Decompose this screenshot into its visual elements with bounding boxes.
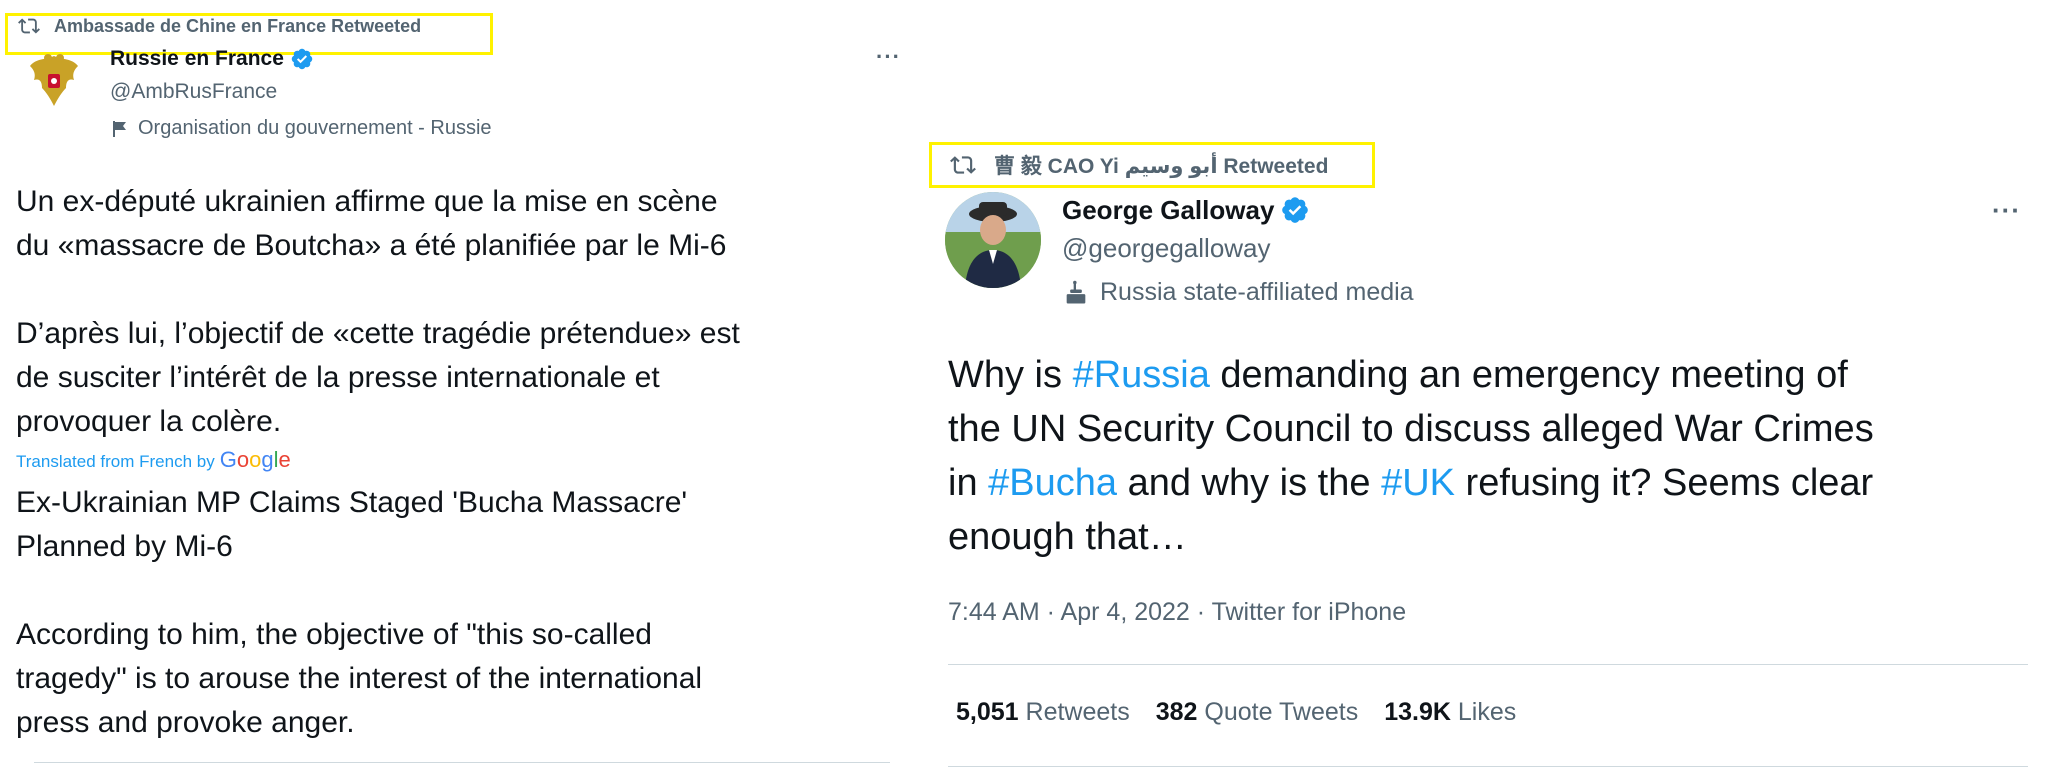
retweets-stat[interactable]: 5,051 Retweets [956, 698, 1130, 727]
likes-count: 13.9K [1384, 698, 1451, 726]
right-author-name[interactable]: George Galloway [1062, 195, 1274, 226]
left-tweet-text-original: Un ex-député ukrainien affirme que la mi… [16, 185, 740, 438]
right-affiliation-label: Russia state-affiliated media [1100, 278, 1414, 306]
google-logo: Google [219, 447, 291, 472]
right-retweet-label: 曹 毅 CAO Yi أبو وسيم Retweeted [994, 155, 1329, 178]
coat-of-arms-icon [30, 54, 78, 106]
hashtag-bucha-link[interactable]: #Bucha [988, 462, 1117, 504]
left-retweet-label: Ambassade de Chine en France Retweeted [54, 15, 422, 36]
flag-icon [113, 120, 126, 137]
tweet-text-part: Why is [948, 354, 1073, 396]
right-label-row: Russia state-affiliated media [1062, 278, 1414, 307]
right-avatar[interactable] [945, 192, 1041, 288]
hashtag-uk-link[interactable]: #UK [1381, 462, 1455, 504]
quote-tweets-count: 382 [1155, 698, 1198, 726]
tweet-timestamp-meta[interactable]: 7:44 AM · Apr 4, 2022 · Twitter for iPho… [948, 598, 1406, 627]
likes-stat[interactable]: 13.9K Likes [1384, 698, 1516, 727]
translation-attribution[interactable]: Translated from French by Google [16, 447, 291, 473]
likes-label: Likes [1457, 698, 1517, 726]
podium-icon [1066, 280, 1086, 303]
left-author-name[interactable]: Russie en France [110, 47, 284, 71]
left-label-row: Organisation du gouvernement - Russie [110, 117, 492, 140]
left-author-row[interactable]: Russie en France [110, 46, 314, 72]
left-handle[interactable]: @AmbRusFrance [110, 80, 277, 104]
quote-tweets-stat[interactable]: 382 Quote Tweets [1156, 698, 1358, 727]
left-more-button[interactable]: ··· [876, 44, 901, 70]
retweets-label: Retweets [1025, 698, 1130, 726]
profile-photo [945, 192, 1041, 288]
verified-badge-icon [1280, 195, 1310, 225]
retweet-icon [18, 18, 40, 34]
right-tweet-text: Why is #Russia demanding an emergency me… [948, 348, 2028, 564]
right-more-button[interactable]: ··· [1992, 195, 2021, 226]
quote-tweets-label: Quote Tweets [1204, 698, 1359, 726]
right-divider-bottom [948, 766, 2028, 767]
left-divider [34, 762, 890, 763]
left-tweet-text-translated: Ex-Ukrainian MP Claims Staged 'Bucha Mas… [16, 486, 703, 739]
retweet-icon [950, 156, 976, 174]
right-author-row[interactable]: George Galloway [1062, 193, 1310, 227]
hashtag-russia-link[interactable]: #Russia [1073, 354, 1210, 396]
right-divider-top [948, 664, 2028, 665]
left-affiliation-label: Organisation du gouvernement - Russie [138, 117, 492, 139]
tweet-stats-row: 5,051 Retweets 382 Quote Tweets 13.9K Li… [956, 698, 1516, 727]
verified-badge-icon [290, 47, 314, 71]
right-retweet-row[interactable]: 曹 毅 CAO Yi أبو وسيم Retweeted [948, 150, 1328, 180]
retweets-count: 5,051 [956, 698, 1019, 726]
left-retweet-row[interactable]: Ambassade de Chine en France Retweeted [16, 14, 421, 38]
left-avatar[interactable] [18, 46, 90, 118]
translated-from-label[interactable]: Translated from French by [16, 452, 215, 472]
tweet-text-part: and why is the [1117, 462, 1382, 504]
right-handle[interactable]: @georgegalloway [1062, 233, 1271, 264]
